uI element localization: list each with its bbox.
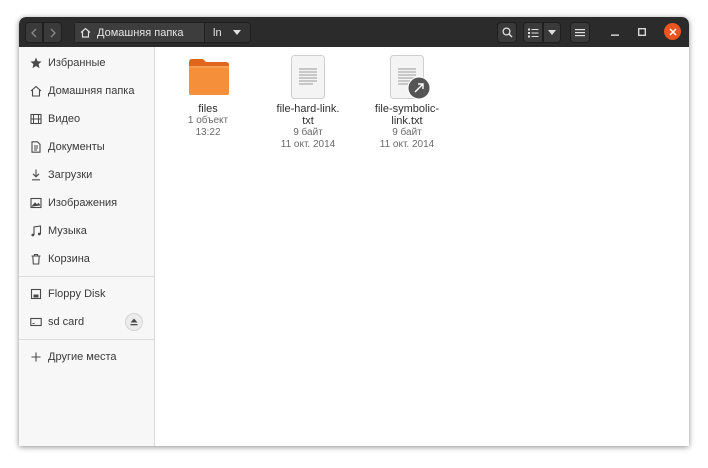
- file-item-hard-link[interactable]: file-hard-link. txt 9 байт 11 окт. 2014: [260, 55, 356, 151]
- file-view: files 1 объект 13:22 file-hard-link. txt…: [155, 47, 689, 446]
- file-item-symbolic-link[interactable]: file-symbolic- link.txt 9 байт 11 окт. 2…: [359, 55, 455, 151]
- home-icon: [29, 84, 43, 98]
- plus-icon: [29, 350, 43, 364]
- search-icon: [501, 27, 512, 38]
- sidebar-item-sd-card[interactable]: sd card: [19, 311, 154, 333]
- path-bar: Домашняя папка ln: [74, 22, 251, 43]
- close-button[interactable]: [664, 23, 681, 40]
- header-bar: Домашняя папка ln: [19, 17, 689, 47]
- sidebar-item-label: Корзина: [48, 253, 90, 265]
- minimize-button[interactable]: [607, 24, 623, 40]
- file-name: files: [198, 103, 218, 115]
- trash-icon: [29, 252, 43, 266]
- chevron-left-icon: [31, 28, 37, 37]
- close-icon: [668, 27, 677, 36]
- eject-button[interactable]: [125, 313, 143, 331]
- sidebar-item-starred[interactable]: Избранные: [19, 52, 154, 74]
- minimize-icon: [611, 34, 619, 36]
- file-size: 9 байт: [293, 127, 323, 138]
- sidebar-item-home[interactable]: Домашняя папка: [19, 80, 154, 102]
- view-options-button[interactable]: [543, 22, 561, 43]
- sidebar-item-label: Видео: [48, 113, 81, 125]
- sidebar-item-floppy-disk[interactable]: Floppy Disk: [19, 283, 154, 305]
- file-name-line2: link.txt: [391, 115, 423, 127]
- breadcrumb-current[interactable]: ln: [205, 23, 250, 42]
- music-icon: [29, 224, 43, 238]
- file-date: 13:22: [195, 127, 221, 138]
- text-file-symlink-icon: [390, 55, 431, 100]
- sidebar-item-videos[interactable]: Видео: [19, 108, 154, 130]
- sidebar-item-label: sd card: [48, 316, 85, 328]
- sidebar-item-label: Домашняя папка: [48, 85, 135, 97]
- sidebar-item-pictures[interactable]: Изображения: [19, 192, 154, 214]
- sidebar-separator: [19, 276, 154, 277]
- download-icon: [29, 168, 43, 182]
- star-icon: [29, 56, 43, 70]
- drive-icon: [29, 315, 43, 329]
- eject-icon: [130, 318, 138, 326]
- sidebar-item-label: Floppy Disk: [48, 288, 106, 300]
- file-manager-window: Домашняя папка ln Избранные Домашняя пап…: [19, 17, 689, 446]
- sidebar-separator: [19, 339, 154, 340]
- sidebar-item-trash[interactable]: Корзина: [19, 248, 154, 270]
- document-icon: [29, 140, 43, 154]
- file-date: 11 окт. 2014: [379, 139, 435, 150]
- folder-icon: [189, 59, 229, 95]
- breadcrumb-home[interactable]: Домашняя папка: [75, 23, 205, 42]
- back-button[interactable]: [25, 22, 43, 43]
- film-icon: [29, 112, 43, 126]
- sidebar-item-label: Музыка: [48, 225, 87, 237]
- image-icon: [29, 196, 43, 210]
- sidebar-item-label: Другие места: [48, 351, 117, 363]
- hamburger-icon: [575, 29, 585, 37]
- breadcrumb-current-label: ln: [213, 26, 222, 39]
- sidebar: Избранные Домашняя папка Видео Документы…: [19, 47, 155, 446]
- dropdown-arrow-icon: [548, 30, 556, 35]
- chevron-right-icon: [50, 28, 56, 37]
- sidebar-item-label: Документы: [48, 141, 105, 153]
- sidebar-item-label: Загрузки: [48, 169, 93, 181]
- file-size: 1 объект: [187, 115, 229, 126]
- file-name: file-hard-link.: [276, 103, 340, 115]
- file-date: 11 окт. 2014: [280, 139, 336, 150]
- dropdown-arrow-icon: [232, 30, 241, 35]
- home-icon: [80, 27, 91, 38]
- menu-button[interactable]: [570, 22, 590, 43]
- breadcrumb-home-label: Домашняя папка: [97, 26, 184, 39]
- text-file-icon: [291, 55, 325, 99]
- file-name-line2: txt: [302, 115, 314, 127]
- sidebar-item-label: Избранные: [48, 57, 106, 69]
- view-mode-button[interactable]: [523, 22, 543, 43]
- sidebar-item-other-locations[interactable]: Другие места: [19, 346, 154, 368]
- file-name: file-symbolic-: [374, 103, 440, 115]
- search-button[interactable]: [497, 22, 517, 43]
- file-item-files[interactable]: files 1 объект 13:22: [160, 55, 256, 139]
- sidebar-item-downloads[interactable]: Загрузки: [19, 164, 154, 186]
- file-size: 9 байт: [392, 127, 422, 138]
- maximize-icon: [638, 28, 646, 36]
- drive-icon: [29, 287, 43, 301]
- list-view-icon: [527, 28, 538, 37]
- forward-button[interactable]: [43, 22, 62, 43]
- maximize-button[interactable]: [634, 24, 650, 40]
- sidebar-item-documents[interactable]: Документы: [19, 136, 154, 158]
- sidebar-item-music[interactable]: Музыка: [19, 220, 154, 242]
- sidebar-item-label: Изображения: [48, 197, 118, 209]
